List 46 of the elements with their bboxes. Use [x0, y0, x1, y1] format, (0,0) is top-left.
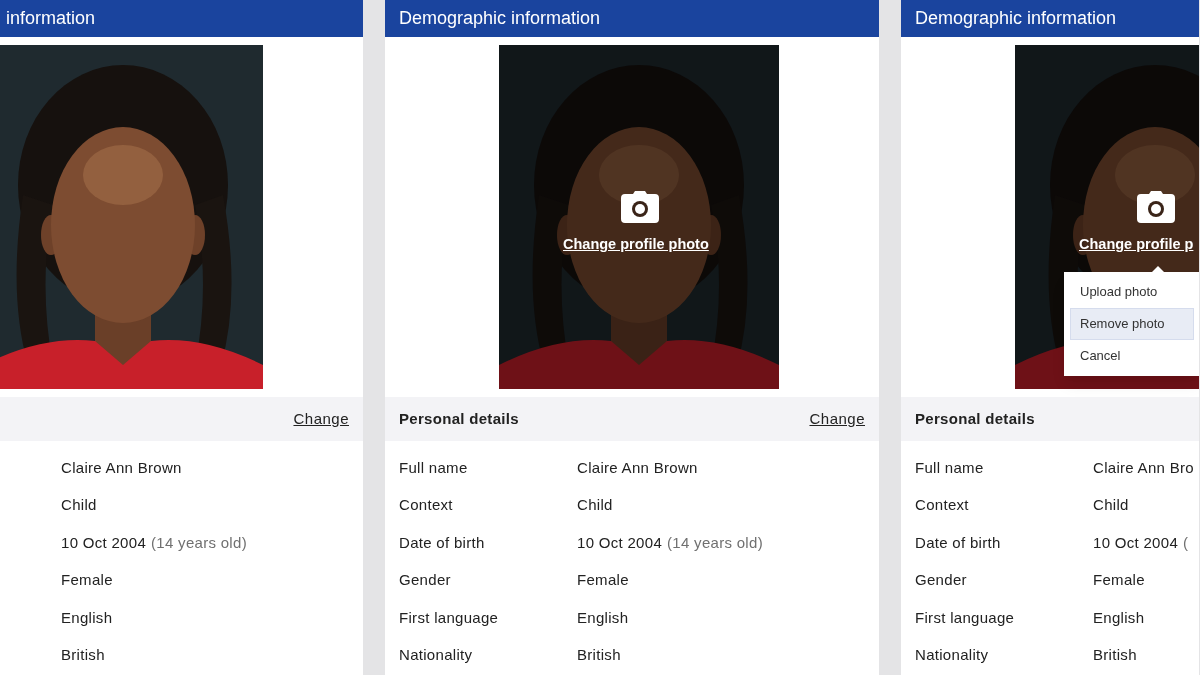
field-label: Gender: [915, 570, 968, 590]
field-value: Child: [61, 495, 97, 515]
camera-icon: [1137, 191, 1175, 223]
field-value: Claire Ann Bro: [1093, 457, 1194, 478]
panel-title: Demographic information: [399, 7, 601, 30]
change-photo-link[interactable]: Change profile photo: [563, 234, 709, 256]
age-note: (14 years old): [151, 532, 247, 553]
field-value: English: [577, 607, 629, 628]
field-label: Nationality: [915, 645, 990, 665]
field-value: Child: [1093, 495, 1129, 515]
field-label: First language: [399, 607, 500, 628]
field-label: Date of birth: [915, 532, 1002, 553]
field-value: 10 Oct 2004: [61, 532, 147, 553]
menu-item[interactable]: Remove photo: [1070, 308, 1194, 340]
field-label: Date of birth: [399, 532, 486, 553]
field-label: Nationality: [399, 645, 474, 665]
section-title: Personal details: [915, 408, 1035, 429]
field-label: Full name: [399, 457, 469, 478]
field-value: British: [1093, 645, 1137, 665]
field-value: British: [577, 645, 621, 665]
change-link[interactable]: Change: [809, 407, 865, 431]
field-label: Context: [915, 495, 970, 515]
section-title: Personal details: [399, 408, 519, 429]
field-label: Full name: [915, 457, 985, 478]
camera-icon: [621, 191, 659, 223]
field-value: Female: [577, 570, 629, 590]
field-label: First language: [915, 607, 1016, 628]
change-link[interactable]: Change: [293, 407, 349, 431]
age-note: (: [1183, 532, 1189, 553]
field-label: Context: [399, 495, 454, 515]
age-note: (14 years old): [667, 532, 763, 553]
panel-title: information: [6, 7, 96, 30]
field-value: Child: [577, 495, 613, 515]
panel-title: Demographic information: [915, 7, 1117, 30]
field-value: Claire Ann Brown: [577, 457, 698, 478]
field-value: British: [61, 645, 105, 665]
field-value: Female: [1093, 570, 1145, 590]
field-label: Gender: [399, 570, 452, 590]
change-photo-link[interactable]: Change profile p: [1079, 234, 1194, 256]
field-value: 10 Oct 2004: [1093, 532, 1179, 553]
field-value: English: [61, 607, 113, 628]
field-value: Claire Ann Brown: [61, 457, 182, 478]
menu-item[interactable]: Upload photo: [1070, 276, 1194, 308]
field-value: Female: [61, 570, 113, 590]
field-value: English: [1093, 607, 1145, 628]
field-value: 10 Oct 2004: [577, 532, 663, 553]
